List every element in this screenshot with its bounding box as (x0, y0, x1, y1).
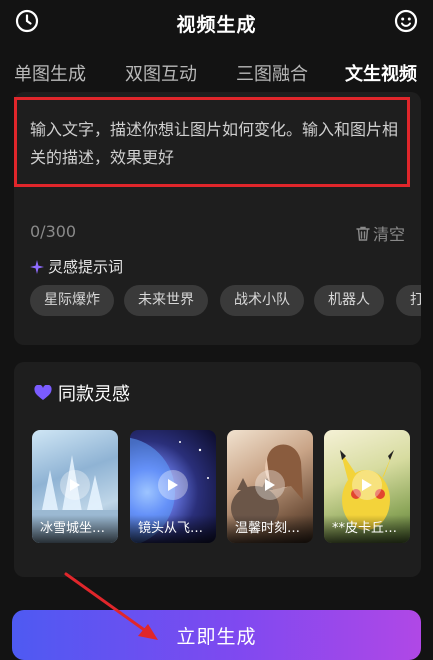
annotation-arrow (64, 572, 158, 640)
char-counter: 0/300 (30, 222, 77, 241)
card-caption: 温馨时刻… (227, 515, 313, 543)
inspiration-card[interactable]: 镜头从飞… (130, 430, 216, 543)
chip-item[interactable]: 战术小队 (220, 285, 304, 316)
smile-icon[interactable] (392, 7, 420, 35)
inspiration-title-row: 灵感提示词 (30, 256, 123, 277)
chip-item[interactable]: 打 (396, 285, 421, 316)
chip-item[interactable]: 机器人 (314, 285, 384, 316)
card-caption: 冰雪城坐… (32, 515, 118, 543)
mode-tabs: 单图生成 双图互动 三图融合 文生视频 (0, 60, 433, 99)
play-icon (60, 470, 90, 500)
chip-item[interactable]: 星际爆炸 (30, 285, 114, 316)
chip-item[interactable]: 未来世界 (124, 285, 208, 316)
play-icon (352, 470, 382, 500)
highlight-box (14, 97, 410, 187)
header: 视频生成 (0, 0, 433, 44)
tab-dual-image[interactable]: 双图互动 (125, 60, 197, 86)
sparkle-icon (30, 259, 44, 274)
generate-button-label: 立即生成 (176, 625, 257, 648)
tab-triple-image[interactable]: 三图融合 (236, 60, 308, 86)
card-caption: 镜头从飞… (130, 515, 216, 543)
page-title: 视频生成 (176, 14, 257, 36)
clear-label: 清空 (373, 225, 406, 244)
card-caption: **皮卡丘… (324, 515, 410, 543)
trash-icon (356, 226, 370, 241)
tab-single-image[interactable]: 单图生成 (14, 60, 86, 86)
inspiration-card[interactable]: 冰雪城坐… (32, 430, 118, 543)
same-style-title-row: 同款灵感 (34, 380, 130, 406)
inspiration-chips: 星际爆炸 未来世界 战术小队 机器人 打 (30, 285, 421, 317)
play-icon (255, 470, 285, 500)
clear-button[interactable]: 清空 (355, 221, 405, 245)
heart-icon (34, 385, 52, 400)
inspiration-title: 灵感提示词 (48, 258, 124, 276)
play-icon (158, 470, 188, 500)
same-style-title: 同款灵感 (58, 384, 130, 405)
tab-text-to-video[interactable]: 文生视频 (345, 60, 417, 86)
inspiration-card[interactable]: 温馨时刻… (227, 430, 313, 543)
inspiration-card[interactable]: **皮卡丘… (324, 430, 410, 543)
